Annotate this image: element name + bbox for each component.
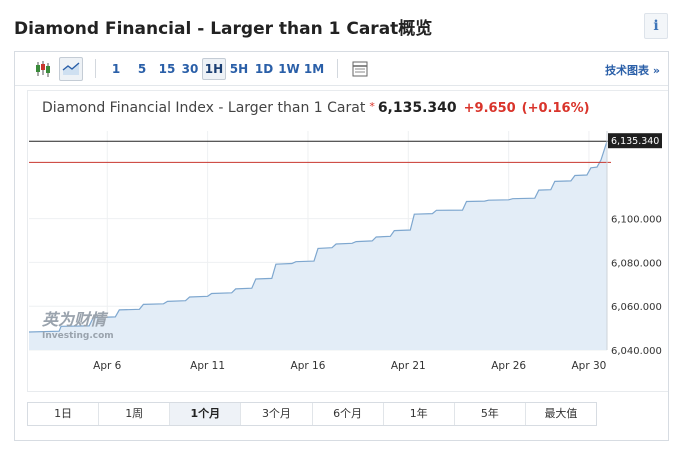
watermark-text: Investing.com xyxy=(42,331,114,341)
x-tick-label: Apr 11 xyxy=(190,360,225,372)
interval-1m[interactable]: 1M xyxy=(302,58,326,80)
interval-30[interactable]: 30 xyxy=(179,58,201,80)
range-button-3[interactable]: 3个月 xyxy=(241,403,313,425)
interval-1d[interactable]: 1D xyxy=(253,58,275,80)
quote-header: Diamond Financial Index - Larger than 1 … xyxy=(42,100,590,116)
range-button-6[interactable]: 5年 xyxy=(455,403,526,425)
info-icon[interactable]: i xyxy=(644,13,668,39)
chart-toolbar: 1 5 15 30 1H 5H 1D 1W 1M 技术图表 » xyxy=(15,52,668,86)
table-icon[interactable] xyxy=(348,57,372,81)
tech-chart-link[interactable]: 技术图表 » xyxy=(605,62,660,78)
x-tick-label: Apr 21 xyxy=(391,360,426,372)
y-tick-label: 6,040.000 xyxy=(611,346,662,357)
y-tick-label: 6,080.000 xyxy=(611,258,662,269)
range-button-2[interactable]: 1个月 xyxy=(170,403,242,425)
y-tick-label: 6,060.000 xyxy=(611,302,662,313)
range-button-0[interactable]: 1日 xyxy=(28,403,100,425)
chart-panel: 1 5 15 30 1H 5H 1D 1W 1M 技术图表 » 6,040.000 6,060.0… xyxy=(14,51,669,441)
interval-5[interactable]: 5 xyxy=(133,58,151,80)
range-button-7[interactable]: 最大值 xyxy=(526,403,596,425)
chart-area: 6,040.000 6,060.000 6,080.000 6,100.000 6,13… xyxy=(27,90,668,392)
candlestick-icon[interactable] xyxy=(31,57,55,81)
price-change: +9.650 xyxy=(463,101,516,116)
x-tick-label: Apr 16 xyxy=(291,360,326,372)
range-button-1[interactable]: 1周 xyxy=(99,403,171,425)
interval-1w[interactable]: 1W xyxy=(277,58,301,80)
series-area xyxy=(29,141,607,350)
index-name: Diamond Financial Index - Larger than 1 … xyxy=(42,100,366,116)
page-title: Diamond Financial - Larger than 1 Carat概… xyxy=(14,19,433,39)
realtime-star: * xyxy=(369,100,375,113)
interval-15[interactable]: 15 xyxy=(157,58,177,80)
price-change-percent: (+0.16%) xyxy=(521,101,590,116)
interval-1h[interactable]: 1H xyxy=(202,58,226,80)
x-tick-label: Apr 6 xyxy=(93,360,122,372)
y-tick-label: 6,100.000 xyxy=(611,215,662,226)
last-price: 6,135.340 xyxy=(377,100,457,116)
area-chart-icon[interactable] xyxy=(59,57,83,81)
range-button-4[interactable]: 6个月 xyxy=(313,403,384,425)
x-tick-label: Apr 26 xyxy=(491,360,526,372)
range-button-5[interactable]: 1年 xyxy=(384,403,455,425)
watermark-logo: 英为财情 xyxy=(42,310,109,329)
last-value-label: 6,135.340 xyxy=(611,136,659,147)
x-tick-label: Apr 30 xyxy=(572,360,607,372)
interval-1[interactable]: 1 xyxy=(107,58,125,80)
interval-5h[interactable]: 5H xyxy=(227,58,251,80)
price-chart: 6,040.000 6,060.000 6,080.000 6,100.000 6,13… xyxy=(28,131,662,372)
range-selector: 1日 1周 1个月 3个月 6个月 1年 5年 最大值 xyxy=(27,402,597,426)
